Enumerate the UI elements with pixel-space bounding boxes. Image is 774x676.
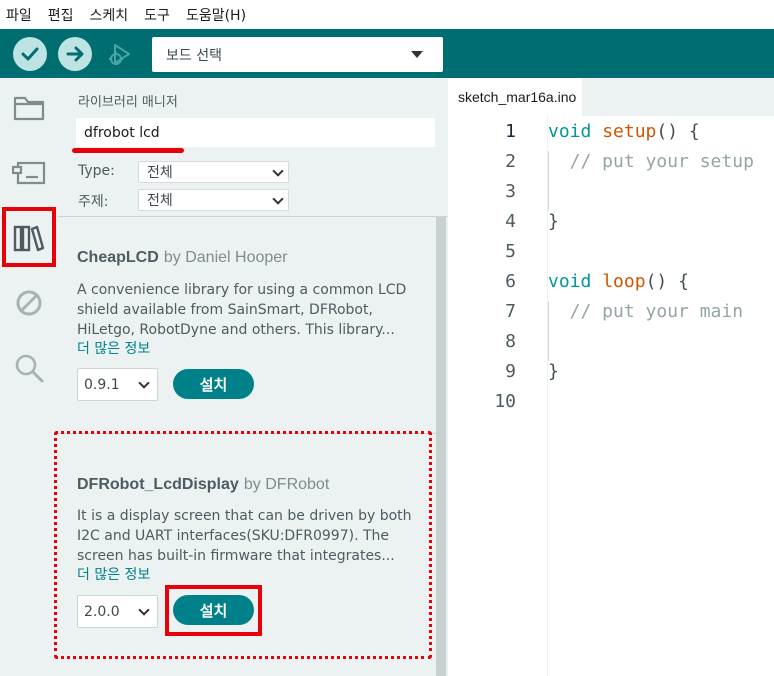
version-select[interactable]: 0.9.1 xyxy=(77,368,158,401)
tab-bar xyxy=(582,78,774,116)
highlight-underline xyxy=(72,148,184,153)
line-number: 8 xyxy=(505,331,516,352)
upload-button[interactable] xyxy=(58,37,92,71)
highlight-box-library-icon xyxy=(2,207,56,267)
highlight-box-install-button xyxy=(165,585,262,636)
chevron-down-icon xyxy=(272,193,284,205)
boards-manager-button[interactable] xyxy=(7,150,51,194)
search-input[interactable]: dfrobot lcd xyxy=(76,118,435,147)
sketchbook-button[interactable] xyxy=(7,86,51,130)
code-line[interactable]: // put your main xyxy=(548,301,743,322)
library-card: CheapLCD by Daniel Hooper A convenience … xyxy=(58,217,436,429)
description-line: shield available from SainSmart, DFRobot… xyxy=(77,302,373,318)
menu-tools[interactable]: 도구 xyxy=(144,5,170,25)
type-filter-select[interactable]: 전체 xyxy=(138,161,289,183)
toolbar: 보드 선택 xyxy=(0,29,774,78)
code-line[interactable]: } xyxy=(548,361,559,382)
checkmark-icon xyxy=(21,47,39,61)
line-number: 9 xyxy=(505,361,516,382)
arrow-right-icon xyxy=(66,46,84,62)
debug-panel-button[interactable] xyxy=(7,281,51,325)
topic-filter-select[interactable]: 전체 xyxy=(138,189,289,211)
line-number: 4 xyxy=(505,211,516,232)
dropdown-caret-icon xyxy=(411,51,423,58)
tab-sketch[interactable]: sketch_mar16a.ino xyxy=(448,78,582,116)
library-author: by Daniel Hooper xyxy=(163,249,288,266)
board-manager-icon xyxy=(12,161,46,185)
debug-button[interactable] xyxy=(102,37,136,71)
menu-file[interactable]: 파일 xyxy=(6,5,32,25)
more-info-link[interactable]: 더 많은 정보 xyxy=(77,338,150,358)
code-line[interactable]: void setup() { xyxy=(548,121,700,142)
debug-icon xyxy=(109,44,130,65)
board-select[interactable]: 보드 선택 xyxy=(152,37,443,72)
topic-filter-label: 주제: xyxy=(78,194,109,210)
description-line: HiLetgo, RobotDyne and others. This libr… xyxy=(77,322,395,338)
description-line: A convenience library for using a common… xyxy=(77,282,407,298)
menu-bar: 파일 편집 스케치 도구 도움말(H) xyxy=(0,0,774,29)
line-number: 10 xyxy=(494,391,516,412)
activity-bar xyxy=(0,78,58,676)
install-button[interactable]: 설치 xyxy=(173,369,254,399)
chevron-down-icon xyxy=(138,377,150,389)
search-icon xyxy=(15,354,44,383)
line-number: 3 xyxy=(505,181,516,202)
code-line[interactable]: void loop() { xyxy=(548,271,689,292)
menu-edit[interactable]: 편집 xyxy=(48,5,74,25)
code-editor: sketch_mar16a.ino 1 2 3 4 5 6 7 8 9 10 v… xyxy=(448,78,774,676)
library-description: A convenience library for using a common… xyxy=(77,280,422,340)
scrollbar[interactable] xyxy=(436,217,446,676)
topic-filter-value: 전체 xyxy=(147,193,173,209)
menu-help[interactable]: 도움말(H) xyxy=(186,5,246,25)
folder-icon xyxy=(13,96,45,121)
board-select-label: 보드 선택 xyxy=(166,47,222,64)
code-line[interactable]: } xyxy=(548,211,559,232)
menu-sketch[interactable]: 스케치 xyxy=(90,5,129,25)
line-number: 1 xyxy=(505,121,516,142)
code-line[interactable]: // put your setup xyxy=(548,151,754,172)
line-number: 5 xyxy=(505,241,516,262)
verify-button[interactable] xyxy=(13,37,47,71)
line-number: 7 xyxy=(505,301,516,322)
line-number: 2 xyxy=(505,151,516,172)
panel-title: 라이브러리 매니저 xyxy=(78,95,178,110)
search-button[interactable] xyxy=(7,346,51,390)
chevron-down-icon xyxy=(272,165,284,177)
type-filter-label: Type: xyxy=(78,163,115,179)
type-filter-value: 전체 xyxy=(147,165,173,181)
library-name: CheapLCD xyxy=(77,249,159,266)
line-number: 6 xyxy=(505,271,516,292)
version-value: 0.9.1 xyxy=(84,376,120,393)
debug-disabled-icon xyxy=(16,290,42,316)
